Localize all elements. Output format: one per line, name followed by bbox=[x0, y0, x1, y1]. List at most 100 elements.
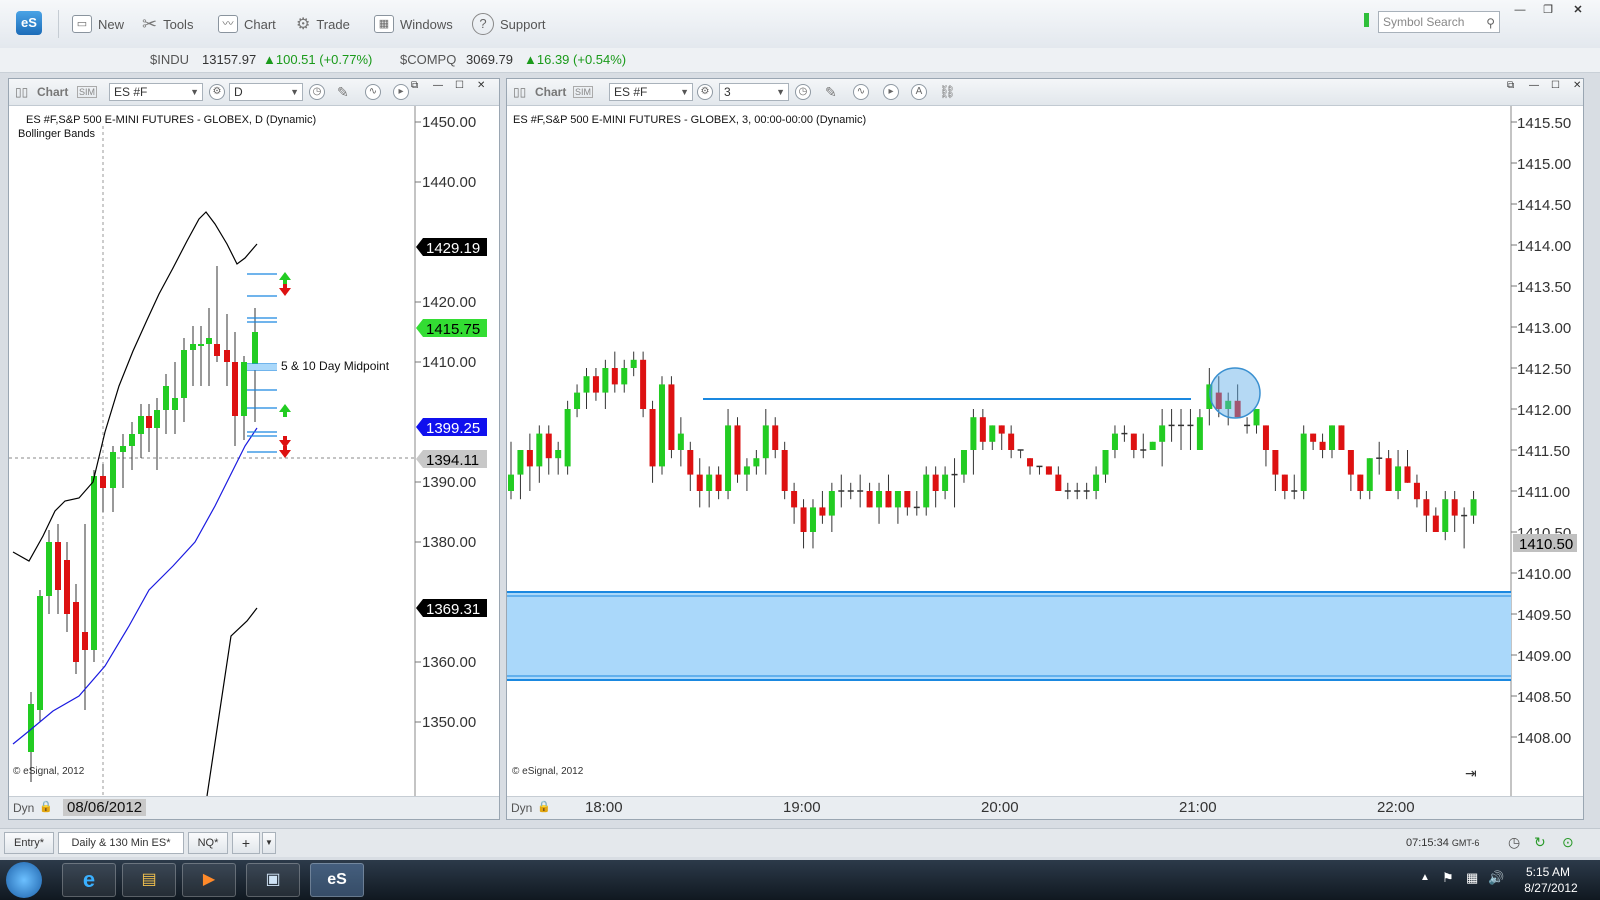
left-chart-toolbar: ▯▯ Chart SIM ES #F ▼ ⚙ D ▼ ◷ ✎ ∿ ▸ ⧉ — ☐ ✕ bbox=[9, 79, 499, 106]
quote-price-indu: 13157.97 bbox=[202, 52, 257, 67]
right-intraday-chart[interactable]: 1415.50 1415.00 1414.50 1414.00 1413.50 1413.… bbox=[507, 106, 1583, 796]
intraday-candle bbox=[960, 450, 967, 475]
quote-symbol-indu[interactable]: $INDU bbox=[150, 52, 189, 67]
play-icon[interactable]: ▸ bbox=[883, 84, 899, 100]
settings-gear-icon[interactable]: ⚙ bbox=[209, 84, 225, 100]
intraday-candle bbox=[970, 417, 977, 450]
clock-icon[interactable]: ◷ bbox=[309, 84, 325, 100]
tray-flag-icon[interactable]: ⚑ bbox=[1442, 870, 1454, 886]
intraday-candle bbox=[781, 450, 788, 491]
left-dyn-label[interactable]: Dyn bbox=[13, 801, 34, 815]
tray-volume-icon[interactable]: 🔊 bbox=[1488, 870, 1504, 886]
intraday-candle bbox=[555, 450, 562, 459]
intraday-candle bbox=[1442, 499, 1449, 532]
right-symbol-value: ES #F bbox=[614, 85, 648, 99]
media-player-taskbar-icon[interactable]: ▶ bbox=[182, 863, 236, 897]
chart-button[interactable]: 〰 Chart bbox=[218, 12, 276, 36]
folder-taskbar-icon[interactable]: ▤ bbox=[122, 863, 176, 897]
play-icon[interactable]: ▸ bbox=[393, 84, 409, 100]
intraday-candle bbox=[753, 458, 760, 467]
tab-entry[interactable]: Entry* bbox=[4, 832, 54, 854]
quote-change-indu: ▲100.51 (+0.77%) bbox=[263, 52, 373, 67]
add-tab-button[interactable]: + bbox=[232, 832, 260, 854]
taskbar-time[interactable]: 5:15 AM bbox=[1518, 865, 1578, 879]
tray-network-icon[interactable]: ▦ bbox=[1466, 870, 1478, 886]
study-icon[interactable]: ∿ bbox=[365, 84, 381, 100]
tab-nq[interactable]: NQ* bbox=[188, 832, 228, 854]
trade-button[interactable]: ⚙ Trade bbox=[296, 12, 350, 36]
left-daily-chart[interactable]: 1450.00 1440.00 1420.00 1410.00 1390.00 1380.… bbox=[9, 106, 499, 796]
daily-candle bbox=[252, 332, 258, 368]
clock-icon[interactable]: ◷ bbox=[795, 84, 811, 100]
intraday-candle bbox=[526, 450, 533, 467]
lock-icon[interactable]: 🔒 bbox=[39, 800, 53, 813]
panel-close-icon[interactable]: ✕ bbox=[477, 80, 485, 91]
intraday-candle bbox=[1338, 425, 1345, 450]
daily-candle bbox=[64, 560, 70, 614]
right-price-tick: 1415.50 bbox=[1517, 115, 1571, 132]
status-ok-icon[interactable]: ⊙ bbox=[1562, 834, 1574, 851]
remote-desktop-taskbar-icon[interactable]: ▣ bbox=[246, 863, 300, 897]
clock-icon[interactable]: ◷ bbox=[1508, 834, 1520, 851]
panel-restore-icon[interactable]: ⧉ bbox=[1507, 80, 1514, 91]
close-button[interactable]: ✕ bbox=[1566, 3, 1590, 17]
quote-ticker: $INDU 13157.97 ▲100.51 (+0.77%) $COMPQ 3… bbox=[0, 48, 1600, 73]
windows-button[interactable]: ▦ Windows bbox=[374, 12, 453, 36]
esignal-logo[interactable]: eS bbox=[16, 11, 42, 35]
left-interval-select[interactable]: D ▼ bbox=[229, 83, 303, 101]
panel-close-icon[interactable]: ✕ bbox=[1573, 80, 1581, 91]
intraday-candle bbox=[1008, 433, 1015, 450]
intraday-candle bbox=[1196, 417, 1203, 450]
panel-maximize-icon[interactable]: ☐ bbox=[1551, 80, 1560, 91]
left-price-tick: 1440.00 bbox=[422, 174, 476, 191]
ie-taskbar-icon[interactable]: e bbox=[62, 863, 116, 897]
pencil-icon[interactable]: ✎ bbox=[825, 84, 837, 101]
daily-candle bbox=[129, 434, 135, 446]
panel-minimize-icon[interactable]: — bbox=[433, 80, 443, 91]
left-symbol-select[interactable]: ES #F ▼ bbox=[109, 83, 203, 101]
scroll-end-icon[interactable]: ⇥ bbox=[1465, 765, 1477, 781]
tab-menu-chevron-down-icon[interactable]: ▼ bbox=[262, 832, 276, 854]
right-price-tick: 1408.00 bbox=[1517, 730, 1571, 747]
support-zone bbox=[507, 592, 1511, 680]
taskbar-date[interactable]: 8/27/2012 bbox=[1518, 881, 1584, 895]
left-price-tick: 1350.00 bbox=[422, 714, 476, 731]
pencil-icon[interactable]: ✎ bbox=[337, 84, 349, 101]
main-toolbar: eS ▭ New ✂ Tools 〰 Chart ⚙ Trade ▦ Windo… bbox=[0, 0, 1600, 49]
right-price-tick: 1411.00 bbox=[1517, 484, 1570, 501]
symbol-search-placeholder: Symbol Search bbox=[1383, 15, 1465, 29]
quote-symbol-compq[interactable]: $COMPQ bbox=[400, 52, 456, 67]
intraday-candle bbox=[696, 474, 703, 491]
panel-maximize-icon[interactable]: ☐ bbox=[455, 80, 464, 91]
intraday-candle bbox=[1347, 450, 1354, 475]
study-icon[interactable]: ∿ bbox=[853, 84, 869, 100]
intraday-candle bbox=[1111, 433, 1118, 450]
intraday-candle bbox=[1470, 499, 1477, 516]
daily-candle bbox=[91, 476, 97, 650]
intraday-candle bbox=[762, 425, 769, 459]
refresh-icon[interactable]: ↻ bbox=[1534, 834, 1546, 851]
alert-icon[interactable]: A bbox=[911, 84, 927, 100]
windows-taskbar: e ▤ ▶ ▣ eS ▲ ⚑ ▦ 🔊 5:15 AM 8/27/2012 bbox=[0, 860, 1600, 900]
windows-icon: ▦ bbox=[374, 15, 394, 33]
right-interval-select[interactable]: 3 ▼ bbox=[719, 83, 789, 101]
panel-minimize-icon[interactable]: — bbox=[1529, 80, 1539, 91]
right-price-tick: 1409.50 bbox=[1517, 607, 1571, 624]
symbol-search-input[interactable]: Symbol Search ⚲ bbox=[1378, 11, 1500, 33]
settings-gear-icon[interactable]: ⚙ bbox=[697, 84, 713, 100]
minimize-button[interactable]: — bbox=[1508, 3, 1532, 17]
link-icon[interactable]: ⛓ bbox=[939, 84, 956, 100]
panel-restore-icon[interactable]: ⧉ bbox=[411, 80, 418, 91]
support-button[interactable]: ? Support bbox=[472, 12, 546, 36]
intraday-candle bbox=[1045, 466, 1052, 475]
start-button[interactable] bbox=[6, 862, 42, 898]
tray-expand-icon[interactable]: ▲ bbox=[1420, 872, 1430, 883]
tab-daily-130min-es[interactable]: Daily & 130 Min ES* bbox=[58, 832, 184, 854]
right-symbol-select[interactable]: ES #F ▼ bbox=[609, 83, 693, 101]
esignal-taskbar-icon[interactable]: eS bbox=[310, 863, 364, 897]
svg-text:1399.25: 1399.25 bbox=[426, 420, 480, 437]
intraday-candle bbox=[1055, 474, 1062, 491]
restore-button[interactable]: ❐ bbox=[1536, 3, 1560, 17]
new-button[interactable]: ▭ New bbox=[72, 12, 124, 36]
tools-button[interactable]: ✂ Tools bbox=[142, 12, 193, 36]
